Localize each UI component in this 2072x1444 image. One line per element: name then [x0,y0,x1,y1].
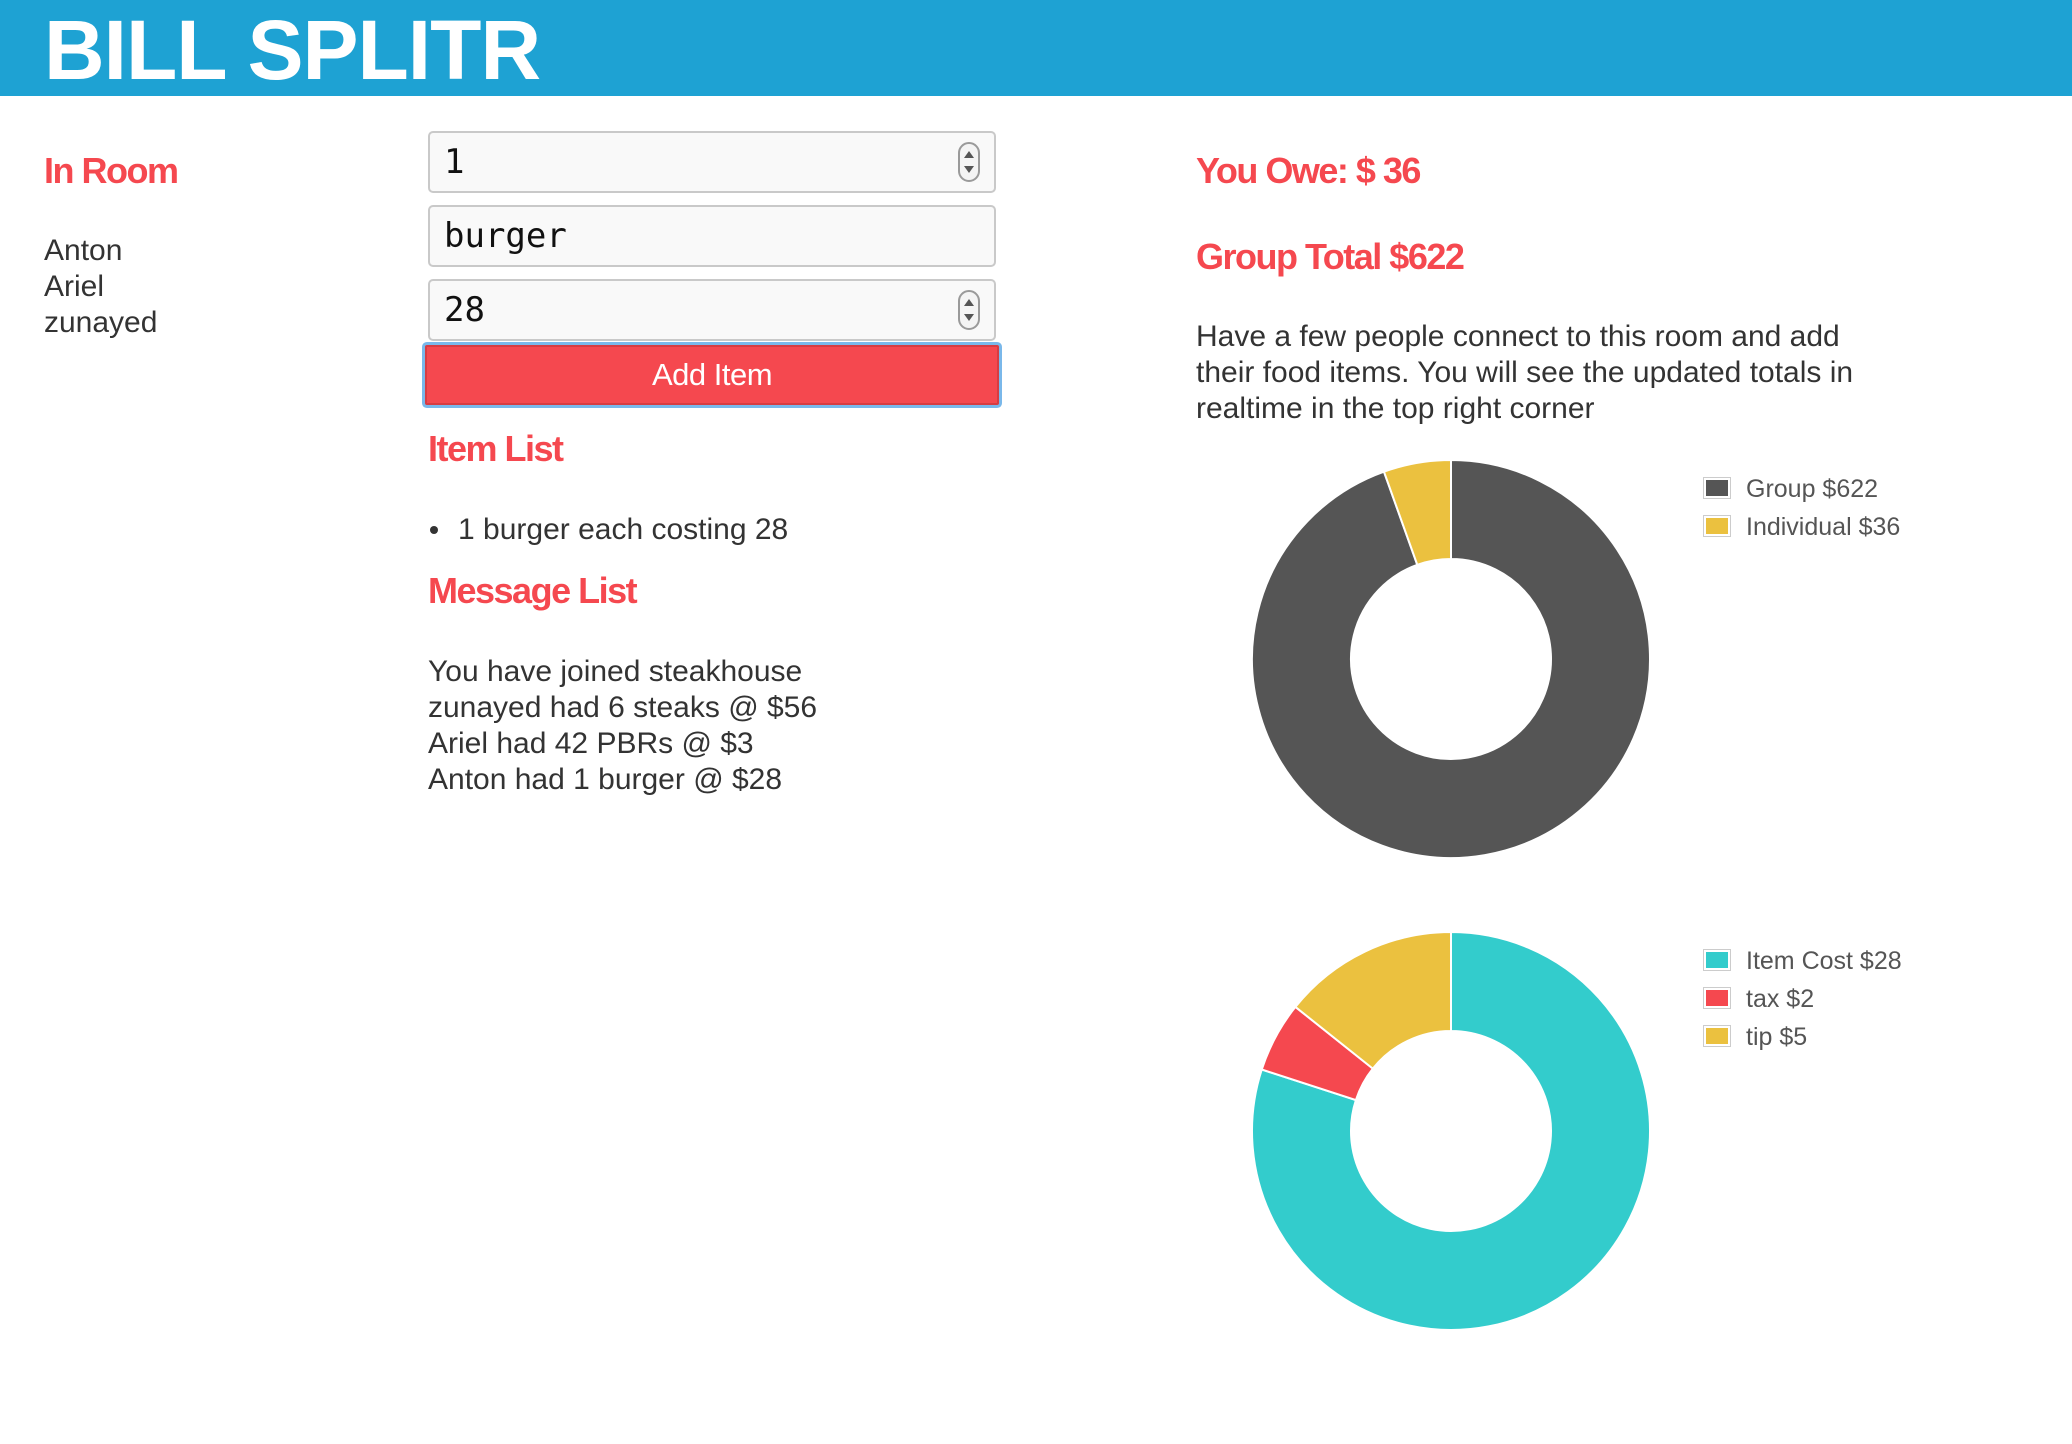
quantity-stepper[interactable] [958,142,980,182]
chart-legend: Group $622 Individual $36 [1703,475,2004,556]
room-member: Anton [44,234,123,267]
stepper-down-icon[interactable] [964,166,974,173]
price-input[interactable] [430,281,994,339]
message-item: Ariel had 42 PBRs @ $3 [428,727,754,760]
stepper-up-icon[interactable] [964,299,974,306]
price-stepper[interactable] [958,290,980,330]
room-member: Ariel [44,270,105,303]
add-item-button[interactable]: Add Item [425,345,999,405]
chart-legend: Item Cost $28 tax $2 tip $5 [1703,947,2004,1068]
legend-label: tax $2 [1746,985,1815,1013]
instructions-text: realtime in the top right corner [1196,392,1595,425]
top-bar: BILL SPLITR [0,0,2072,97]
list-bullet [430,526,438,534]
legend-swatch [1703,515,1731,537]
item-name-field [428,205,996,267]
app-brand: BILL SPLITR [44,3,541,97]
legend-swatch [1703,477,1731,499]
list-item: 1 burger each costing 28 [458,513,789,546]
price-field [428,279,996,341]
legend-label: Item Cost $28 [1746,947,1902,975]
quantity-field [428,131,996,193]
in-room-heading: In Room [44,150,179,191]
item-name-input[interactable] [430,207,994,265]
legend-label: tip $5 [1746,1023,1808,1051]
legend-swatch [1703,949,1731,971]
legend-label: Individual $36 [1746,513,1901,541]
quantity-input[interactable] [430,133,994,191]
item-list-heading: Item List [428,428,564,469]
group-vs-individual-donut-chart [1251,458,1651,859]
room-member: zunayed [44,306,158,339]
instructions-text: their food items. You will see the updat… [1196,356,1854,389]
instructions-text: Have a few people connect to this room a… [1196,320,1840,353]
group-total-amount: Group Total $622 [1196,236,1465,277]
message-item: You have joined steakhouse [428,655,803,688]
stepper-down-icon[interactable] [964,314,974,321]
stepper-up-icon[interactable] [964,151,974,158]
legend-swatch [1703,987,1731,1009]
legend-swatch [1703,1025,1731,1047]
you-owe-amount: You Owe: $ 36 [1196,150,1421,191]
message-item: zunayed had 6 steaks @ $56 [428,691,818,724]
message-list-heading: Message List [428,570,638,611]
message-item: Anton had 1 burger @ $28 [428,763,783,796]
legend-label: Group $622 [1746,475,1879,503]
cost-breakdown-donut-chart [1251,930,1651,1331]
